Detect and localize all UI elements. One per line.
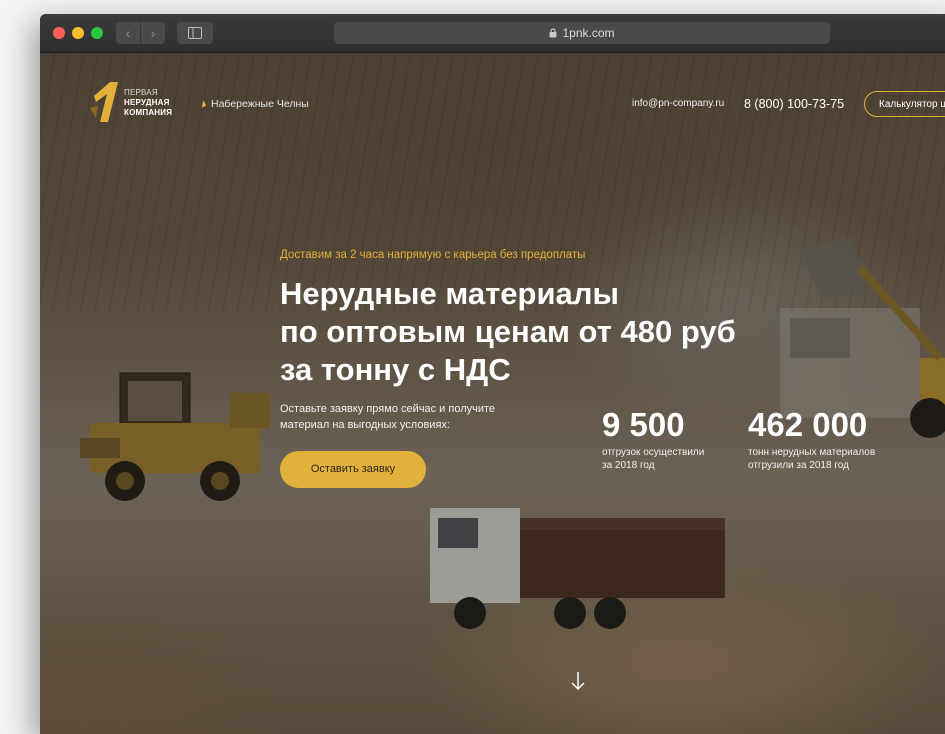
headline-line-2: по оптовым ценам от 480 руб <box>280 314 736 349</box>
logo-line-2: НЕРУДНАЯ <box>124 98 170 107</box>
company-logo[interactable]: ПЕРВАЯ НЕРУДНАЯ КОМПАНИЯ <box>88 78 184 128</box>
sidebar-icon <box>188 27 202 39</box>
headline-line-1: Нерудные материалы <box>280 276 619 311</box>
submit-request-button[interactable]: Оставить заявку <box>280 451 426 488</box>
subtext-line-1: Оставьте заявку прямо сейчас и получите <box>280 403 496 415</box>
lock-icon <box>549 28 557 38</box>
stat-caption-line-1: тонн нерудных материалов <box>748 447 876 458</box>
stat-value: 9 500 <box>602 406 685 443</box>
stat-value: 462 000 <box>748 406 868 443</box>
stat-tonnes: 462 000 тонн нерудных материалов отгрузи… <box>748 406 875 472</box>
background-overlay <box>40 53 945 734</box>
hero-headline: Нерудные материалы по оптовым ценам от 4… <box>280 275 840 389</box>
hero-tagline: Доставим за 2 часа напрямую с карьера бе… <box>280 249 586 261</box>
hero-subtext: Оставьте заявку прямо сейчас и получите … <box>280 401 520 433</box>
phone-link[interactable]: 8 (800) 100-73-75 <box>744 97 844 111</box>
url-text: 1pnk.com <box>562 26 615 40</box>
forward-button[interactable]: › <box>141 22 165 44</box>
address-bar[interactable]: 1pnk.com <box>334 22 830 44</box>
chevron-right-icon: › <box>150 25 156 41</box>
arrow-down-icon[interactable] <box>570 671 586 691</box>
chevron-left-icon: ‹ <box>125 25 131 41</box>
stat-caption-line-1: отгрузок осуществили <box>602 447 705 458</box>
stat-caption-line-2: отгрузили за 2018 год <box>748 460 849 471</box>
landing-page: ПЕРВАЯ НЕРУДНАЯ КОМПАНИЯ Набережные Челн… <box>40 53 945 734</box>
browser-window: ‹ › 1pnk.com ПЕРВАЯ НЕРУДНАЯ КОМПАНИЯ На… <box>40 14 945 734</box>
sidebar-toggle-button[interactable] <box>177 22 213 44</box>
stat-caption-line-2: за 2018 год <box>602 460 655 471</box>
stat-shipments: 9 500 отгрузок осуществили за 2018 год <box>602 406 704 472</box>
stat-caption: отгрузок осуществили за 2018 год <box>602 446 704 472</box>
subtext-line-2: материал на выгодных условиях: <box>280 419 450 431</box>
browser-toolbar: ‹ › 1pnk.com <box>40 14 945 53</box>
back-button[interactable]: ‹ <box>116 22 140 44</box>
maximize-window-button[interactable] <box>91 27 103 39</box>
stat-caption: тонн нерудных материалов отгрузили за 20… <box>748 446 875 472</box>
city-label: Набережные Челны <box>211 98 309 110</box>
logo-line-1: ПЕРВАЯ <box>124 88 158 97</box>
headline-line-3: за тонну с НДС <box>280 352 511 387</box>
logo-mark-icon <box>90 82 118 122</box>
minimize-window-button[interactable] <box>72 27 84 39</box>
city-selector[interactable]: Набережные Челны <box>198 98 309 110</box>
logo-line-3: КОМПАНИЯ <box>124 108 173 117</box>
close-window-button[interactable] <box>53 27 65 39</box>
email-link[interactable]: info@pn-company.ru <box>632 98 724 109</box>
calculator-button[interactable]: Калькулятор ц <box>864 91 945 117</box>
location-pin-icon <box>198 100 207 108</box>
